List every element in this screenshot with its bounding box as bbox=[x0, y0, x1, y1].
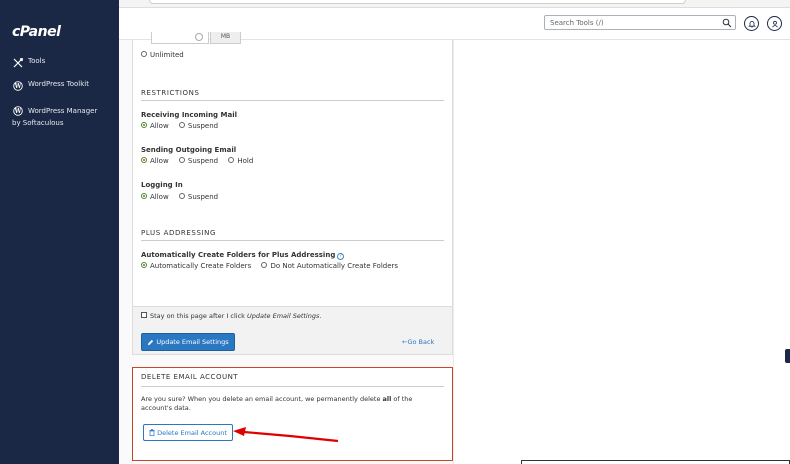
auto-create-folders-option[interactable]: Automatically Create Folders bbox=[141, 262, 251, 270]
tools-icon bbox=[12, 57, 23, 68]
delete-account-warning: Are you sure? When you delete an email a… bbox=[141, 395, 444, 413]
notifications-bell-icon[interactable] bbox=[744, 16, 759, 31]
wordpress-icon: W bbox=[12, 80, 23, 91]
incoming-mail-options: Allow Suspend bbox=[141, 122, 226, 130]
warning-text: Are you sure? When you delete an email a… bbox=[141, 395, 383, 403]
spinner-icon bbox=[195, 33, 203, 41]
option-label: Allow bbox=[150, 157, 169, 165]
radio-no-auto-create[interactable] bbox=[261, 262, 268, 268]
option-label: Suspend bbox=[187, 122, 219, 130]
sidebar-item-label: WordPress Manager bbox=[28, 107, 98, 115]
delete-email-account-button[interactable]: Delete Email Account bbox=[143, 424, 233, 441]
logging-in-label: Logging In bbox=[141, 181, 183, 189]
sidebar-item-wordpress-manager[interactable]: W WordPress Manager by Softaculous bbox=[12, 103, 98, 127]
radio-suspend[interactable] bbox=[178, 122, 185, 128]
divider bbox=[141, 100, 444, 101]
option-label: Unlimited bbox=[150, 51, 184, 59]
logging-in-options: Allow Suspend bbox=[141, 193, 226, 201]
stay-on-page-checkbox[interactable] bbox=[141, 312, 147, 318]
radio-allow[interactable] bbox=[141, 157, 147, 163]
update-email-settings-button[interactable]: Update Email Settings bbox=[141, 333, 235, 351]
radio-unlimited[interactable] bbox=[141, 51, 147, 57]
quota-unlimited-option[interactable]: Unlimited bbox=[141, 51, 184, 59]
incoming-allow-option[interactable]: Allow bbox=[141, 122, 169, 130]
search-icon[interactable] bbox=[722, 18, 732, 28]
divider bbox=[141, 240, 444, 241]
sidebar-item-sublabel: by Softaculous bbox=[12, 119, 64, 127]
sidebar-item-wordpress-toolkit[interactable]: W WordPress Toolkit bbox=[12, 80, 89, 91]
plus-addressing-label: Automatically Create Folders for Plus Ad… bbox=[141, 251, 345, 260]
go-back-link[interactable]: ←Go Back bbox=[402, 338, 434, 346]
search-tools-input[interactable]: Search Tools (/) bbox=[544, 15, 736, 30]
svg-text:W: W bbox=[13, 83, 21, 90]
radio-suspend[interactable] bbox=[178, 193, 185, 199]
incoming-mail-label: Receiving Incoming Mail bbox=[141, 111, 237, 119]
help-icon[interactable]: ? bbox=[337, 253, 345, 260]
no-auto-create-folders-option[interactable]: Do Not Automatically Create Folders bbox=[261, 262, 398, 270]
sidebar-item-tools[interactable]: Tools bbox=[12, 57, 45, 68]
bottom-popup-edge bbox=[521, 460, 790, 464]
sidebar: cPanel Tools W WordPress Toolkit W WordP… bbox=[0, 0, 119, 464]
sidebar-item-label: WordPress Toolkit bbox=[28, 80, 89, 88]
login-allow-option[interactable]: Allow bbox=[141, 193, 169, 201]
option-label: Allow bbox=[150, 193, 169, 201]
option-label: Do Not Automatically Create Folders bbox=[270, 262, 399, 270]
scroll-handle[interactable] bbox=[785, 349, 790, 363]
outgoing-email-label: Sending Outgoing Email bbox=[141, 146, 237, 154]
top-strip bbox=[119, 0, 790, 8]
red-annotation-arrow bbox=[233, 427, 339, 443]
incoming-suspend-option[interactable]: Suspend bbox=[178, 122, 219, 130]
user-account-icon[interactable] bbox=[767, 16, 782, 31]
quota-unit-addon: MB bbox=[210, 32, 241, 44]
radio-allow[interactable] bbox=[141, 193, 147, 199]
delete-button-label: Delete Email Account bbox=[157, 428, 227, 437]
radio-allow[interactable] bbox=[141, 122, 147, 128]
stay-on-page-checkbox-row[interactable]: Stay on this page after I click Update E… bbox=[141, 312, 321, 320]
svg-text:W: W bbox=[13, 108, 21, 115]
update-button-label: Update Email Settings bbox=[156, 338, 229, 346]
stay-text: Stay on this page after I click bbox=[150, 312, 247, 320]
divider bbox=[141, 386, 444, 387]
plus-addressing-label-text: Automatically Create Folders for Plus Ad… bbox=[141, 251, 336, 259]
option-label: Hold bbox=[237, 157, 254, 165]
radio-hold[interactable] bbox=[228, 157, 235, 163]
search-placeholder: Search Tools (/) bbox=[550, 19, 604, 27]
stay-text-emphasis: Update Email Settings bbox=[246, 312, 320, 320]
go-back-label: Go Back bbox=[407, 338, 435, 346]
radio-suspend[interactable] bbox=[178, 157, 185, 163]
plus-addressing-options: Automatically Create Folders Do Not Auto… bbox=[141, 262, 406, 270]
pencil-icon bbox=[148, 339, 154, 345]
cpanel-logo[interactable]: cPanel bbox=[12, 24, 61, 40]
restrictions-title: RESTRICTIONS bbox=[141, 89, 200, 97]
outgoing-allow-option[interactable]: Allow bbox=[141, 157, 169, 165]
option-label: Suspend bbox=[187, 157, 219, 165]
delete-email-account-panel bbox=[132, 367, 453, 461]
plus-addressing-title: PLUS ADDRESSING bbox=[141, 229, 217, 237]
wordpress-icon: W bbox=[12, 105, 23, 116]
stay-text-suffix: . bbox=[319, 312, 322, 320]
outgoing-hold-option[interactable]: Hold bbox=[228, 157, 253, 165]
top-field[interactable] bbox=[149, 0, 686, 4]
option-label: Automatically Create Folders bbox=[150, 262, 252, 270]
right-column bbox=[453, 40, 790, 464]
radio-auto-create[interactable] bbox=[141, 262, 147, 268]
outgoing-suspend-option[interactable]: Suspend bbox=[178, 157, 219, 165]
sidebar-item-label: Tools bbox=[28, 57, 46, 65]
login-suspend-option[interactable]: Suspend bbox=[178, 193, 219, 201]
option-label: Allow bbox=[150, 122, 169, 130]
outgoing-email-options: Allow Suspend Hold bbox=[141, 157, 261, 165]
delete-account-title: DELETE EMAIL ACCOUNT bbox=[141, 373, 239, 381]
trash-icon bbox=[149, 429, 155, 436]
option-label: Suspend bbox=[187, 193, 219, 201]
